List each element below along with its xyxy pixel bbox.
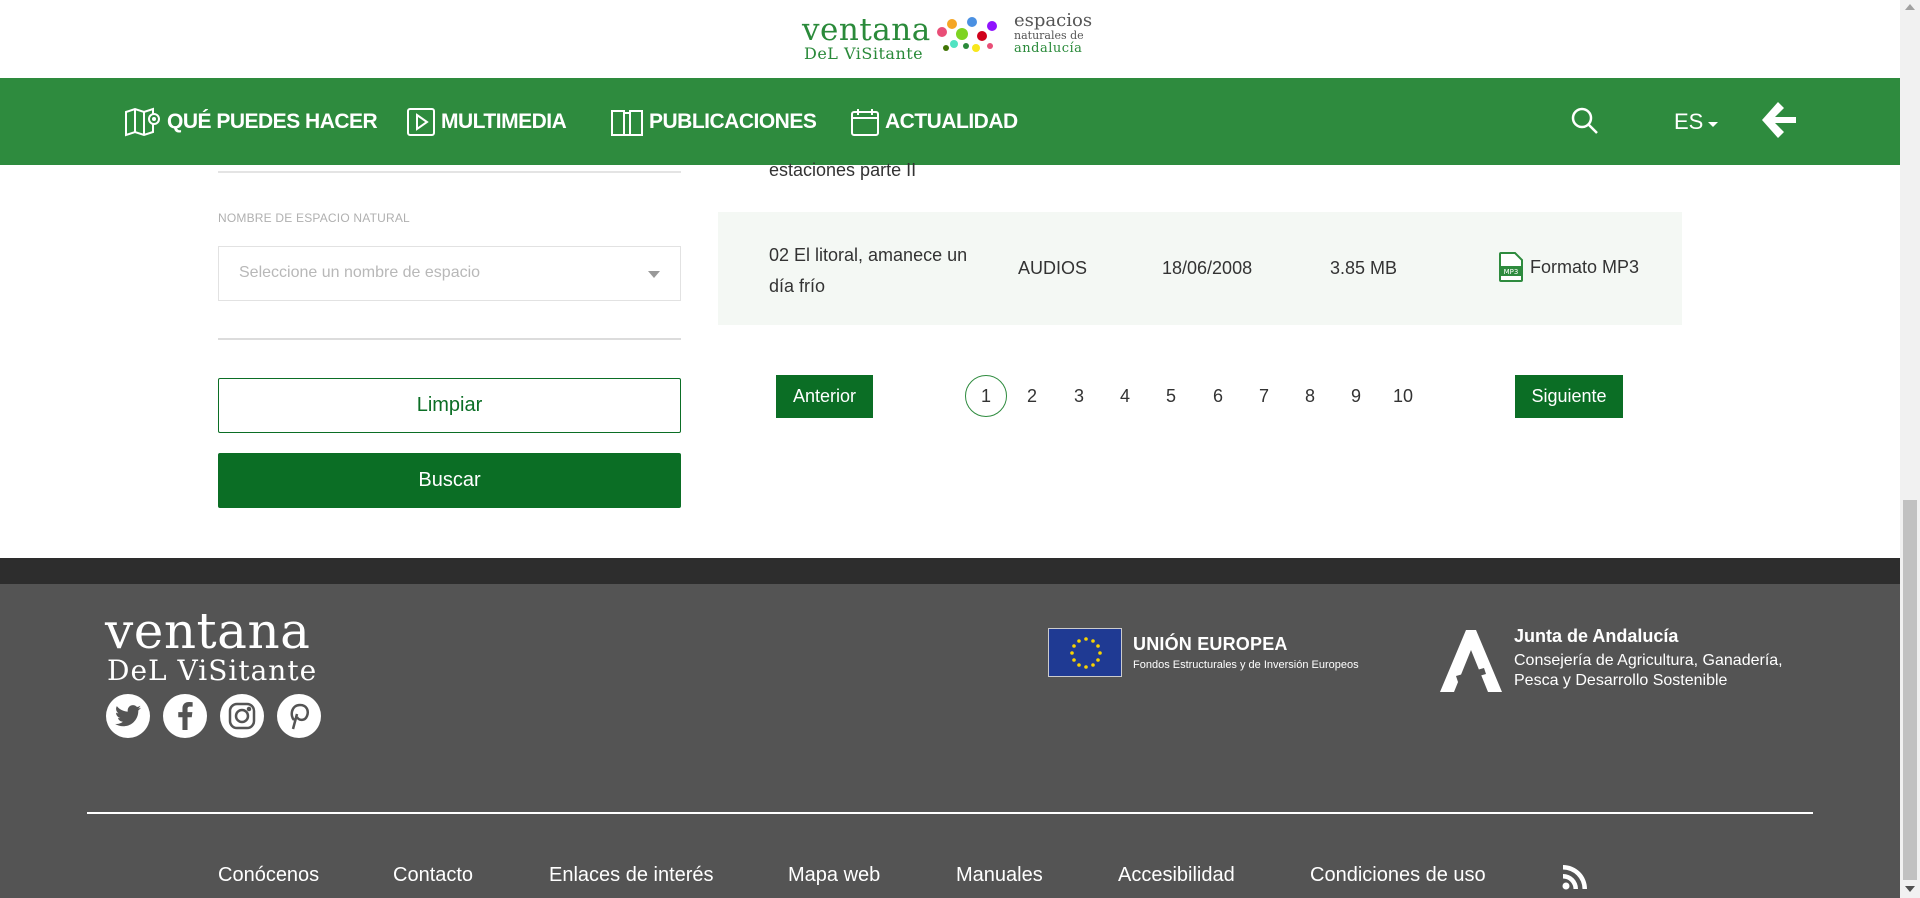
row-type: AUDIOS [1018,258,1088,278]
site-logo[interactable]: ventana DeL ViSitante espacios naturales… [802,10,1102,68]
pinterest-icon [290,703,309,730]
page-number-5[interactable]: 5 [1150,375,1192,417]
footer-link-mapa-web[interactable]: Mapa web [788,864,880,887]
book-icon [611,109,643,136]
chevron-down-icon [1708,122,1719,127]
pinterest-link[interactable] [277,694,321,738]
page-number-7[interactable]: 7 [1243,375,1285,417]
eu-stars-icon [1070,637,1102,669]
footer: ventana DeL ViSitante UNIÓN EUROPEA Fond… [0,584,1900,898]
page-number-9[interactable]: 9 [1335,375,1377,417]
page-number-1[interactable]: 1 [965,375,1007,417]
main-nav: QUÉ PUEDES HACER MULTIMEDIA PUBLICACIONE… [0,78,1900,165]
row-size: 3.85 MB [1330,258,1398,278]
footer-link-enlaces[interactable]: Enlaces de interés [549,864,714,887]
table-row: 02 El litoral, amanece un día frío AUDIO… [718,212,1682,325]
page-number-10[interactable]: 10 [1382,375,1424,417]
space-select[interactable]: Seleccione un nombre de espacio [218,246,681,301]
page-number-8[interactable]: 8 [1289,375,1331,417]
junta-andalucia-logo[interactable]: Junta de Andalucía Consejería de Agricul… [1436,626,1783,694]
nav-que-puedes-hacer[interactable]: QUÉ PUEDES HACER [124,78,378,165]
sidebar-divider [218,338,681,340]
facebook-link[interactable] [163,694,207,738]
arrow-left-icon[interactable] [1758,100,1798,140]
svg-text:MP3: MP3 [1504,268,1519,276]
footer-logo-ventana: ventana [105,602,311,660]
junta-subtitle-1: Consejería de Agricultura, Ganadería, [1514,652,1783,669]
nav-label: PUBLICACIONES [649,109,817,133]
junta-title: Junta de Andalucía [1514,626,1679,646]
footer-logo-visitante: DeL ViSitante [107,654,318,687]
map-pin-icon [125,107,160,136]
scroll-down-arrow-icon[interactable] [1905,886,1915,892]
row-title[interactable]: 02 El litoral, amanece un día frío [769,240,969,302]
nav-label: ACTUALIDAD [885,109,1018,133]
space-field-label: NOMBRE DE ESPACIO NATURAL [218,211,410,225]
eu-subtitle: Fondos Estructurales y de Inversión Euro… [1133,659,1359,671]
footer-link-accesibilidad[interactable]: Accesibilidad [1118,864,1235,887]
nav-label: QUÉ PUEDES HACER [167,109,378,133]
logo-naturales: naturales de [1014,29,1084,42]
logo-espacios: espacios [1014,10,1093,31]
language-label: ES [1674,108,1704,134]
footer-link-condiciones[interactable]: Condiciones de uso [1310,864,1486,887]
footer-band [0,558,1900,584]
page-number-3[interactable]: 3 [1058,375,1100,417]
next-page-button[interactable]: Siguiente [1515,375,1623,418]
search-icon[interactable] [1570,106,1600,136]
footer-link-conocenos[interactable]: Conócenos [218,864,319,887]
flowers-logo-icon [937,17,997,52]
eu-funding-logo[interactable]: UNIÓN EUROPEA Fondos Estructurales y de … [1048,628,1359,677]
logo-andalucia: andalucía [1014,41,1083,56]
previous-row-title[interactable]: estaciones parte II [769,160,916,181]
facebook-icon [178,702,193,730]
clear-button[interactable]: Limpiar [218,378,681,433]
chevron-down-icon [648,271,660,278]
download-mp3-link[interactable]: MP3 Formato MP3 [1498,252,1639,282]
format-label: Formato MP3 [1530,256,1640,277]
prev-page-button[interactable]: Anterior [776,375,873,418]
sidebar-divider [218,171,681,173]
footer-divider [87,812,1813,814]
nav-multimedia[interactable]: MULTIMEDIA [406,78,567,165]
play-icon [407,107,435,136]
twitter-link[interactable] [106,694,150,738]
footer-link-contacto[interactable]: Contacto [393,864,473,887]
row-date: 18/06/2008 [1162,258,1253,278]
junta-subtitle-2: Pesca y Desarrollo Sostenible [1514,672,1728,689]
page-number-6[interactable]: 6 [1197,375,1239,417]
scroll-thumb[interactable] [1903,500,1917,880]
rss-icon[interactable] [1562,864,1588,890]
eu-flag-icon [1048,628,1122,677]
nav-actualidad[interactable]: ACTUALIDAD [850,78,1018,165]
page-scrollbar[interactable] [1900,0,1920,898]
page-number-4[interactable]: 4 [1104,375,1146,417]
junta-logo-icon [1440,630,1502,692]
instagram-link[interactable] [220,694,264,738]
space-select-placeholder: Seleccione un nombre de espacio [239,264,481,281]
nav-label: MULTIMEDIA [441,109,567,133]
footer-link-manuales[interactable]: Manuales [956,864,1043,887]
language-selector[interactable]: ES [1674,78,1719,165]
nav-publicaciones[interactable]: PUBLICACIONES [610,78,817,165]
top-logo-bar: ventana DeL ViSitante espacios naturales… [0,0,1900,78]
page-number-2[interactable]: 2 [1011,375,1053,417]
mp3-file-icon: MP3 [1499,252,1523,282]
twitter-icon [115,705,141,727]
eu-title: UNIÓN EUROPEA [1133,634,1288,654]
logo-visitante: DeL ViSitante [804,44,924,63]
instagram-icon [228,702,256,730]
logo-ventana: ventana [802,12,931,48]
calendar-icon [851,108,879,136]
scroll-up-arrow-icon[interactable] [1905,4,1915,10]
search-button[interactable]: Buscar [218,453,681,508]
